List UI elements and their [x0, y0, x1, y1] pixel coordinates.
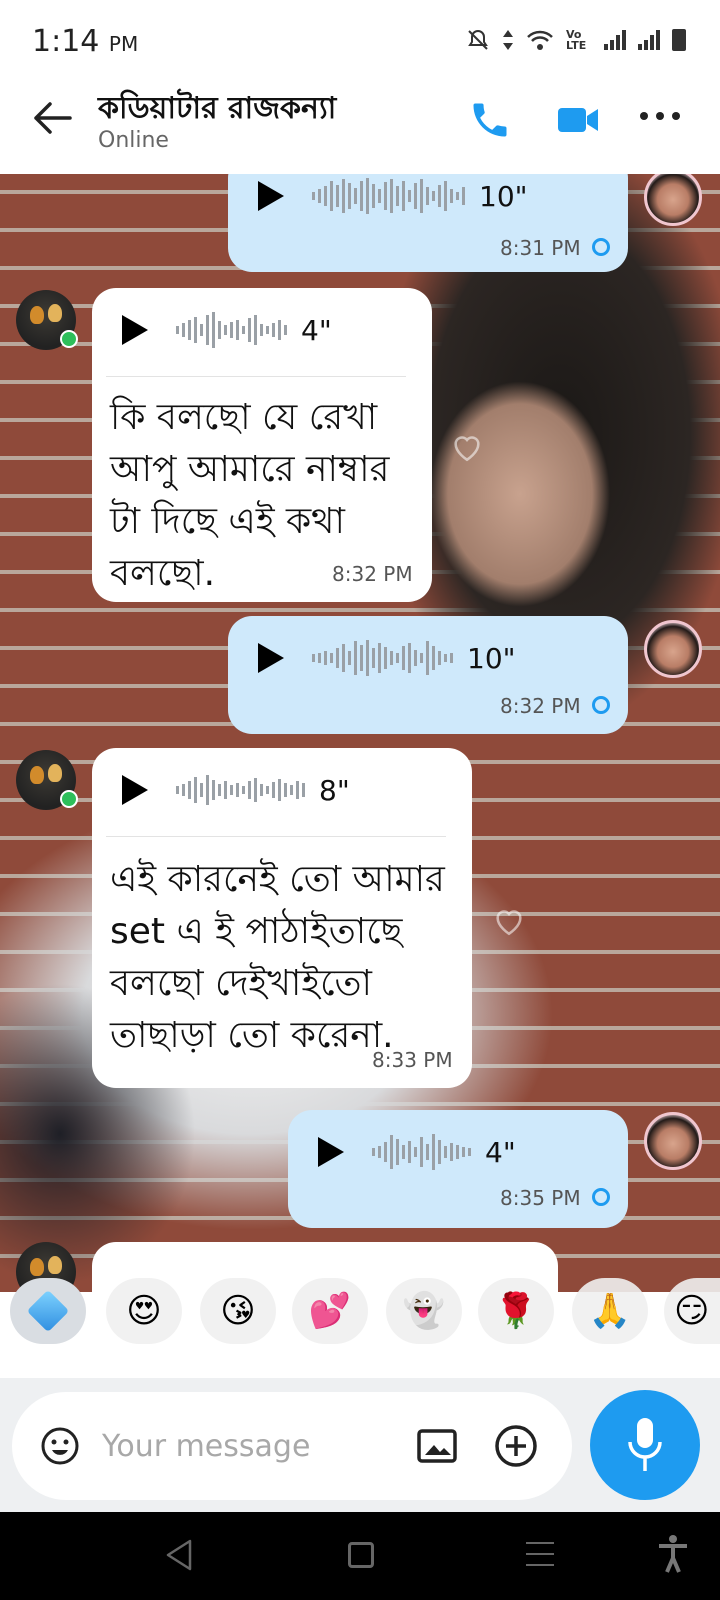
- voice-duration: 4": [301, 313, 332, 347]
- voice-message-outgoing[interactable]: 10" 8:32 PM: [228, 616, 628, 734]
- voice-message-outgoing[interactable]: 4" 8:35 PM: [288, 1110, 628, 1228]
- nav-home-icon[interactable]: [348, 1542, 374, 1568]
- status-time: 1:14 PM: [32, 24, 138, 59]
- cube-sticker-icon: [26, 1289, 70, 1333]
- message-time: 8:32 PM: [500, 694, 581, 718]
- battery-icon: [672, 29, 686, 51]
- status-icons: Vo LTE: [466, 28, 686, 52]
- sticker-button[interactable]: [10, 1278, 86, 1344]
- accessibility-icon[interactable]: [656, 1534, 690, 1574]
- mute-bell-icon: [468, 29, 488, 50]
- contact-avatar[interactable]: [16, 750, 78, 810]
- play-icon[interactable]: [122, 315, 148, 345]
- message-time: 8:33 PM: [372, 1048, 453, 1072]
- message-time: 8:32 PM: [332, 562, 413, 586]
- message-input-pill: [12, 1392, 572, 1500]
- play-icon[interactable]: [258, 181, 284, 211]
- nav-back-icon[interactable]: [164, 1538, 194, 1572]
- system-nav-bar: [0, 1512, 720, 1600]
- voice-record-button[interactable]: [590, 1390, 700, 1500]
- volte-label: Vo LTE: [566, 28, 587, 52]
- emoji-two-hearts[interactable]: 💕: [292, 1278, 368, 1344]
- waveform[interactable]: [312, 176, 465, 216]
- add-attachment-icon[interactable]: [494, 1424, 538, 1468]
- waveform[interactable]: [372, 1132, 471, 1172]
- data-arrows-icon: [503, 30, 513, 50]
- phone-call-icon[interactable]: [468, 98, 512, 142]
- clock-time: 1:14: [32, 24, 100, 59]
- bubble-divider: [106, 836, 446, 837]
- message-line: টা দিছে এই কথা: [110, 501, 345, 542]
- message-line: বলছো দেইখাইতো: [110, 963, 372, 1004]
- emoji-kiss[interactable]: 😘: [200, 1278, 276, 1344]
- play-icon[interactable]: [258, 643, 284, 673]
- video-call-icon[interactable]: [556, 102, 600, 138]
- online-check-icon: [60, 330, 78, 348]
- sent-status-icon: [592, 696, 610, 714]
- message-composer: [0, 1378, 720, 1512]
- message-line: আপু আমারে নাম্বার: [110, 449, 390, 490]
- message-time: 8:35 PM: [500, 1186, 581, 1210]
- sent-status-icon: [592, 1188, 610, 1206]
- microphone-icon: [628, 1418, 662, 1471]
- back-arrow-icon[interactable]: [30, 96, 74, 140]
- message-time: 8:31 PM: [500, 236, 581, 260]
- emoji-smirk[interactable]: 😏: [664, 1278, 720, 1344]
- voice-duration: 10": [479, 179, 528, 213]
- voice-duration: 10": [467, 641, 516, 675]
- play-icon[interactable]: [318, 1137, 344, 1167]
- signal-bars-2-icon: [638, 30, 660, 50]
- clock-ampm: PM: [108, 32, 139, 56]
- bubble-divider: [106, 376, 406, 377]
- my-avatar[interactable]: [644, 174, 702, 226]
- emoji-picker-icon[interactable]: [40, 1426, 80, 1466]
- status-bar: 1:14 PM Vo LTE: [0, 0, 720, 78]
- voice-text-message-incoming[interactable]: 4" কি বলছো যে রেখা আপু আমারে নাম্বার টা …: [92, 288, 432, 602]
- waveform[interactable]: [312, 638, 453, 678]
- my-avatar[interactable]: [644, 1112, 702, 1170]
- signal-bars-icon: [604, 30, 626, 50]
- voice-duration: 4": [485, 1135, 516, 1169]
- contact-avatar[interactable]: [16, 290, 78, 350]
- my-avatar[interactable]: [644, 620, 702, 678]
- emoji-ghost[interactable]: 👻: [386, 1278, 462, 1344]
- quick-emoji-strip: 😍 😘 💕 👻 🌹 🙏 😏: [0, 1268, 720, 1364]
- wifi-icon: [527, 30, 553, 50]
- message-text[interactable]: এই কারনেই তো আমার set এ ই পাঠাইতাছে বলছো…: [110, 854, 470, 1062]
- gallery-icon[interactable]: [416, 1426, 458, 1466]
- online-check-icon: [60, 790, 78, 808]
- play-icon[interactable]: [122, 775, 148, 805]
- emoji-heart-eyes[interactable]: 😍: [106, 1278, 182, 1344]
- emoji-rose[interactable]: 🌹: [478, 1278, 554, 1344]
- contact-status: Online: [98, 128, 169, 153]
- emoji-pray[interactable]: 🙏: [572, 1278, 648, 1344]
- waveform[interactable]: [176, 770, 305, 810]
- nav-recents-icon[interactable]: [526, 1542, 554, 1568]
- message-line: set এ ই পাঠাইতাছে: [110, 911, 403, 952]
- heart-icon: [496, 910, 522, 936]
- message-line: কি বলছো যে রেখা: [110, 397, 378, 438]
- waveform[interactable]: [176, 310, 287, 350]
- message-input[interactable]: [102, 1422, 392, 1470]
- voice-message-outgoing[interactable]: 10" 8:31 PM: [228, 174, 628, 272]
- chat-header: কডিয়াটার রাজকন্যা Online: [0, 78, 720, 174]
- chat-area[interactable]: 10" 8:31 PM 4" কি বলছো যে রেখা আপু আমারে…: [0, 174, 720, 1292]
- voice-text-message-incoming[interactable]: 8" এই কারনেই তো আমার set এ ই পাঠাইতাছে ব…: [92, 748, 472, 1088]
- message-line: এই কারনেই তো আমার: [110, 859, 445, 900]
- heart-icon: [454, 436, 480, 462]
- voice-duration: 8": [319, 773, 350, 807]
- sent-status-icon: [592, 238, 610, 256]
- more-options-icon[interactable]: [640, 108, 684, 124]
